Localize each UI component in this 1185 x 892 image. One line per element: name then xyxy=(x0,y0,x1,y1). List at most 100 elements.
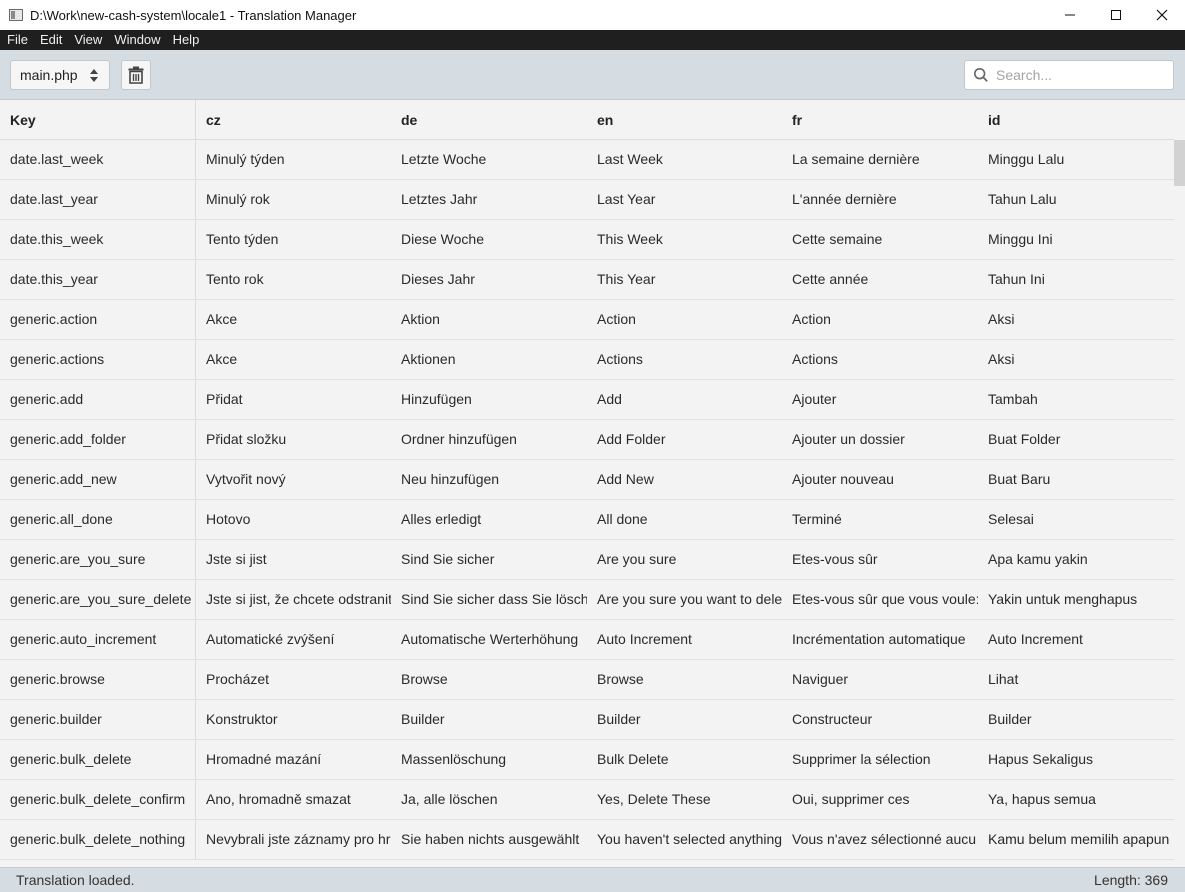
translation-cell-id[interactable]: Hapus Sekaligus xyxy=(978,740,1174,779)
translation-cell-id[interactable]: Kamu belum memilih apapun xyxy=(978,820,1174,859)
translation-cell-en[interactable]: This Year xyxy=(587,260,782,299)
translation-cell-id[interactable]: Buat Baru xyxy=(978,460,1174,499)
table-row[interactable]: generic.builder Konstruktor Builder Builder… xyxy=(0,700,1174,740)
table-row[interactable]: generic.actions Akce Aktionen Actions Action… xyxy=(0,340,1174,380)
table-row[interactable]: generic.add_folder Přidat složku Ordner hi… xyxy=(0,420,1174,460)
translation-cell-en[interactable]: Last Year xyxy=(587,180,782,219)
translation-cell-id[interactable]: Ya, hapus semua xyxy=(978,780,1174,819)
translation-cell-id[interactable]: Selesai xyxy=(978,500,1174,539)
key-cell[interactable]: generic.are_you_sure_delete xyxy=(0,580,196,619)
translation-cell-cz[interactable]: Automatické zvýšení xyxy=(196,620,391,659)
translation-cell-en[interactable]: Add New xyxy=(587,460,782,499)
translation-cell-id[interactable]: Aksi xyxy=(978,300,1174,339)
translation-cell-en[interactable]: Are you sure you want to dele xyxy=(587,580,782,619)
maximize-button[interactable] xyxy=(1093,0,1139,30)
menu-view[interactable]: View xyxy=(68,30,108,50)
translation-cell-en[interactable]: All done xyxy=(587,500,782,539)
translation-cell-de[interactable]: Alles erledigt xyxy=(391,500,587,539)
translation-cell-en[interactable]: Yes, Delete These xyxy=(587,780,782,819)
translation-cell-en[interactable]: Bulk Delete xyxy=(587,740,782,779)
file-select[interactable]: main.php xyxy=(10,60,110,90)
translation-cell-id[interactable]: Lihat xyxy=(978,660,1174,699)
translation-cell-fr[interactable]: L'année dernière xyxy=(782,180,978,219)
translation-cell-en[interactable]: Actions xyxy=(587,340,782,379)
search-input[interactable] xyxy=(994,66,1173,84)
translation-cell-cz[interactable]: Přidat xyxy=(196,380,391,419)
translation-cell-id[interactable]: Apa kamu yakin xyxy=(978,540,1174,579)
menu-file[interactable]: File xyxy=(0,30,34,50)
table-row[interactable]: date.this_week Tento týden Diese Woche This… xyxy=(0,220,1174,260)
table-row[interactable]: date.this_year Tento rok Dieses Jahr This Y… xyxy=(0,260,1174,300)
translation-cell-en[interactable]: Add xyxy=(587,380,782,419)
translation-cell-cz[interactable]: Procházet xyxy=(196,660,391,699)
table-row[interactable]: generic.are_you_sure_delete Jste si jist,… xyxy=(0,580,1174,620)
translation-cell-fr[interactable]: Action xyxy=(782,300,978,339)
key-cell[interactable]: generic.are_you_sure xyxy=(0,540,196,579)
translation-cell-cz[interactable]: Přidat složku xyxy=(196,420,391,459)
translation-cell-de[interactable]: Neu hinzufügen xyxy=(391,460,587,499)
translation-cell-cz[interactable]: Hotovo xyxy=(196,500,391,539)
key-cell[interactable]: generic.add_new xyxy=(0,460,196,499)
translation-cell-fr[interactable]: Etes-vous sûr que vous voule: xyxy=(782,580,978,619)
translation-cell-cz[interactable]: Hromadné mazání xyxy=(196,740,391,779)
translation-cell-de[interactable]: Aktion xyxy=(391,300,587,339)
table-row[interactable]: generic.bulk_delete_confirm Ano, hromadně… xyxy=(0,780,1174,820)
translation-cell-en[interactable]: Browse xyxy=(587,660,782,699)
translation-cell-id[interactable]: Aksi xyxy=(978,340,1174,379)
menu-edit[interactable]: Edit xyxy=(34,30,68,50)
table-row[interactable]: date.last_week Minulý týden Letzte Woche La… xyxy=(0,140,1174,180)
translation-cell-en[interactable]: Are you sure xyxy=(587,540,782,579)
translation-cell-fr[interactable]: Incrémentation automatique xyxy=(782,620,978,659)
column-header-en[interactable]: en xyxy=(587,100,782,140)
delete-button[interactable] xyxy=(121,60,151,90)
translation-cell-de[interactable]: Aktionen xyxy=(391,340,587,379)
column-header-id[interactable]: id xyxy=(978,100,1174,140)
translation-cell-id[interactable]: Builder xyxy=(978,700,1174,739)
key-cell[interactable]: date.this_week xyxy=(0,220,196,259)
close-button[interactable] xyxy=(1139,0,1185,30)
translation-cell-fr[interactable]: Oui, supprimer ces xyxy=(782,780,978,819)
translation-cell-cz[interactable]: Akce xyxy=(196,300,391,339)
column-header-de[interactable]: de xyxy=(391,100,587,140)
translation-cell-cz[interactable]: Akce xyxy=(196,340,391,379)
translation-cell-fr[interactable]: Cette année xyxy=(782,260,978,299)
translation-cell-fr[interactable]: Cette semaine xyxy=(782,220,978,259)
translation-cell-cz[interactable]: Minulý týden xyxy=(196,140,391,179)
translation-cell-cz[interactable]: Jste si jist xyxy=(196,540,391,579)
translation-cell-fr[interactable]: Naviguer xyxy=(782,660,978,699)
translation-cell-fr[interactable]: Vous n'avez sélectionné aucu xyxy=(782,820,978,859)
translation-cell-de[interactable]: Sind Sie sicher xyxy=(391,540,587,579)
key-cell[interactable]: date.this_year xyxy=(0,260,196,299)
column-header-key[interactable]: Key xyxy=(0,100,196,140)
translation-cell-de[interactable]: Automatische Werterhöhung xyxy=(391,620,587,659)
translation-cell-en[interactable]: This Week xyxy=(587,220,782,259)
table-row[interactable]: generic.action Akce Aktion Action Action Aksi xyxy=(0,300,1174,340)
translation-cell-fr[interactable]: Supprimer la sélection xyxy=(782,740,978,779)
key-cell[interactable]: generic.add_folder xyxy=(0,420,196,459)
key-cell[interactable]: generic.bulk_delete_nothing xyxy=(0,820,196,859)
key-cell[interactable]: date.last_week xyxy=(0,140,196,179)
translation-cell-de[interactable]: Sie haben nichts ausgewählt xyxy=(391,820,587,859)
translation-cell-de[interactable]: Letzte Woche xyxy=(391,140,587,179)
table-row[interactable]: date.last_year Minulý rok Letztes Jahr Last… xyxy=(0,180,1174,220)
translation-cell-de[interactable]: Browse xyxy=(391,660,587,699)
translation-cell-en[interactable]: Builder xyxy=(587,700,782,739)
translation-cell-cz[interactable]: Konstruktor xyxy=(196,700,391,739)
key-cell[interactable]: generic.browse xyxy=(0,660,196,699)
translation-cell-fr[interactable]: Actions xyxy=(782,340,978,379)
translation-cell-id[interactable]: Minggu Lalu xyxy=(978,140,1174,179)
table-row[interactable]: generic.all_done Hotovo Alles erledigt All … xyxy=(0,500,1174,540)
translation-cell-fr[interactable]: Ajouter un dossier xyxy=(782,420,978,459)
menu-help[interactable]: Help xyxy=(167,30,206,50)
key-cell[interactable]: generic.builder xyxy=(0,700,196,739)
vertical-scrollbar[interactable] xyxy=(1174,140,1185,867)
translation-cell-id[interactable]: Yakin untuk menghapus xyxy=(978,580,1174,619)
translation-cell-fr[interactable]: Etes-vous sûr xyxy=(782,540,978,579)
table-row[interactable]: generic.are_you_sure Jste si jist Sind Sie… xyxy=(0,540,1174,580)
column-header-fr[interactable]: fr xyxy=(782,100,978,140)
table-row[interactable]: generic.bulk_delete Hromadné mazání Massen… xyxy=(0,740,1174,780)
key-cell[interactable]: generic.bulk_delete xyxy=(0,740,196,779)
translation-cell-cz[interactable]: Tento rok xyxy=(196,260,391,299)
translation-cell-cz[interactable]: Ano, hromadně smazat xyxy=(196,780,391,819)
translation-cell-id[interactable]: Buat Folder xyxy=(978,420,1174,459)
